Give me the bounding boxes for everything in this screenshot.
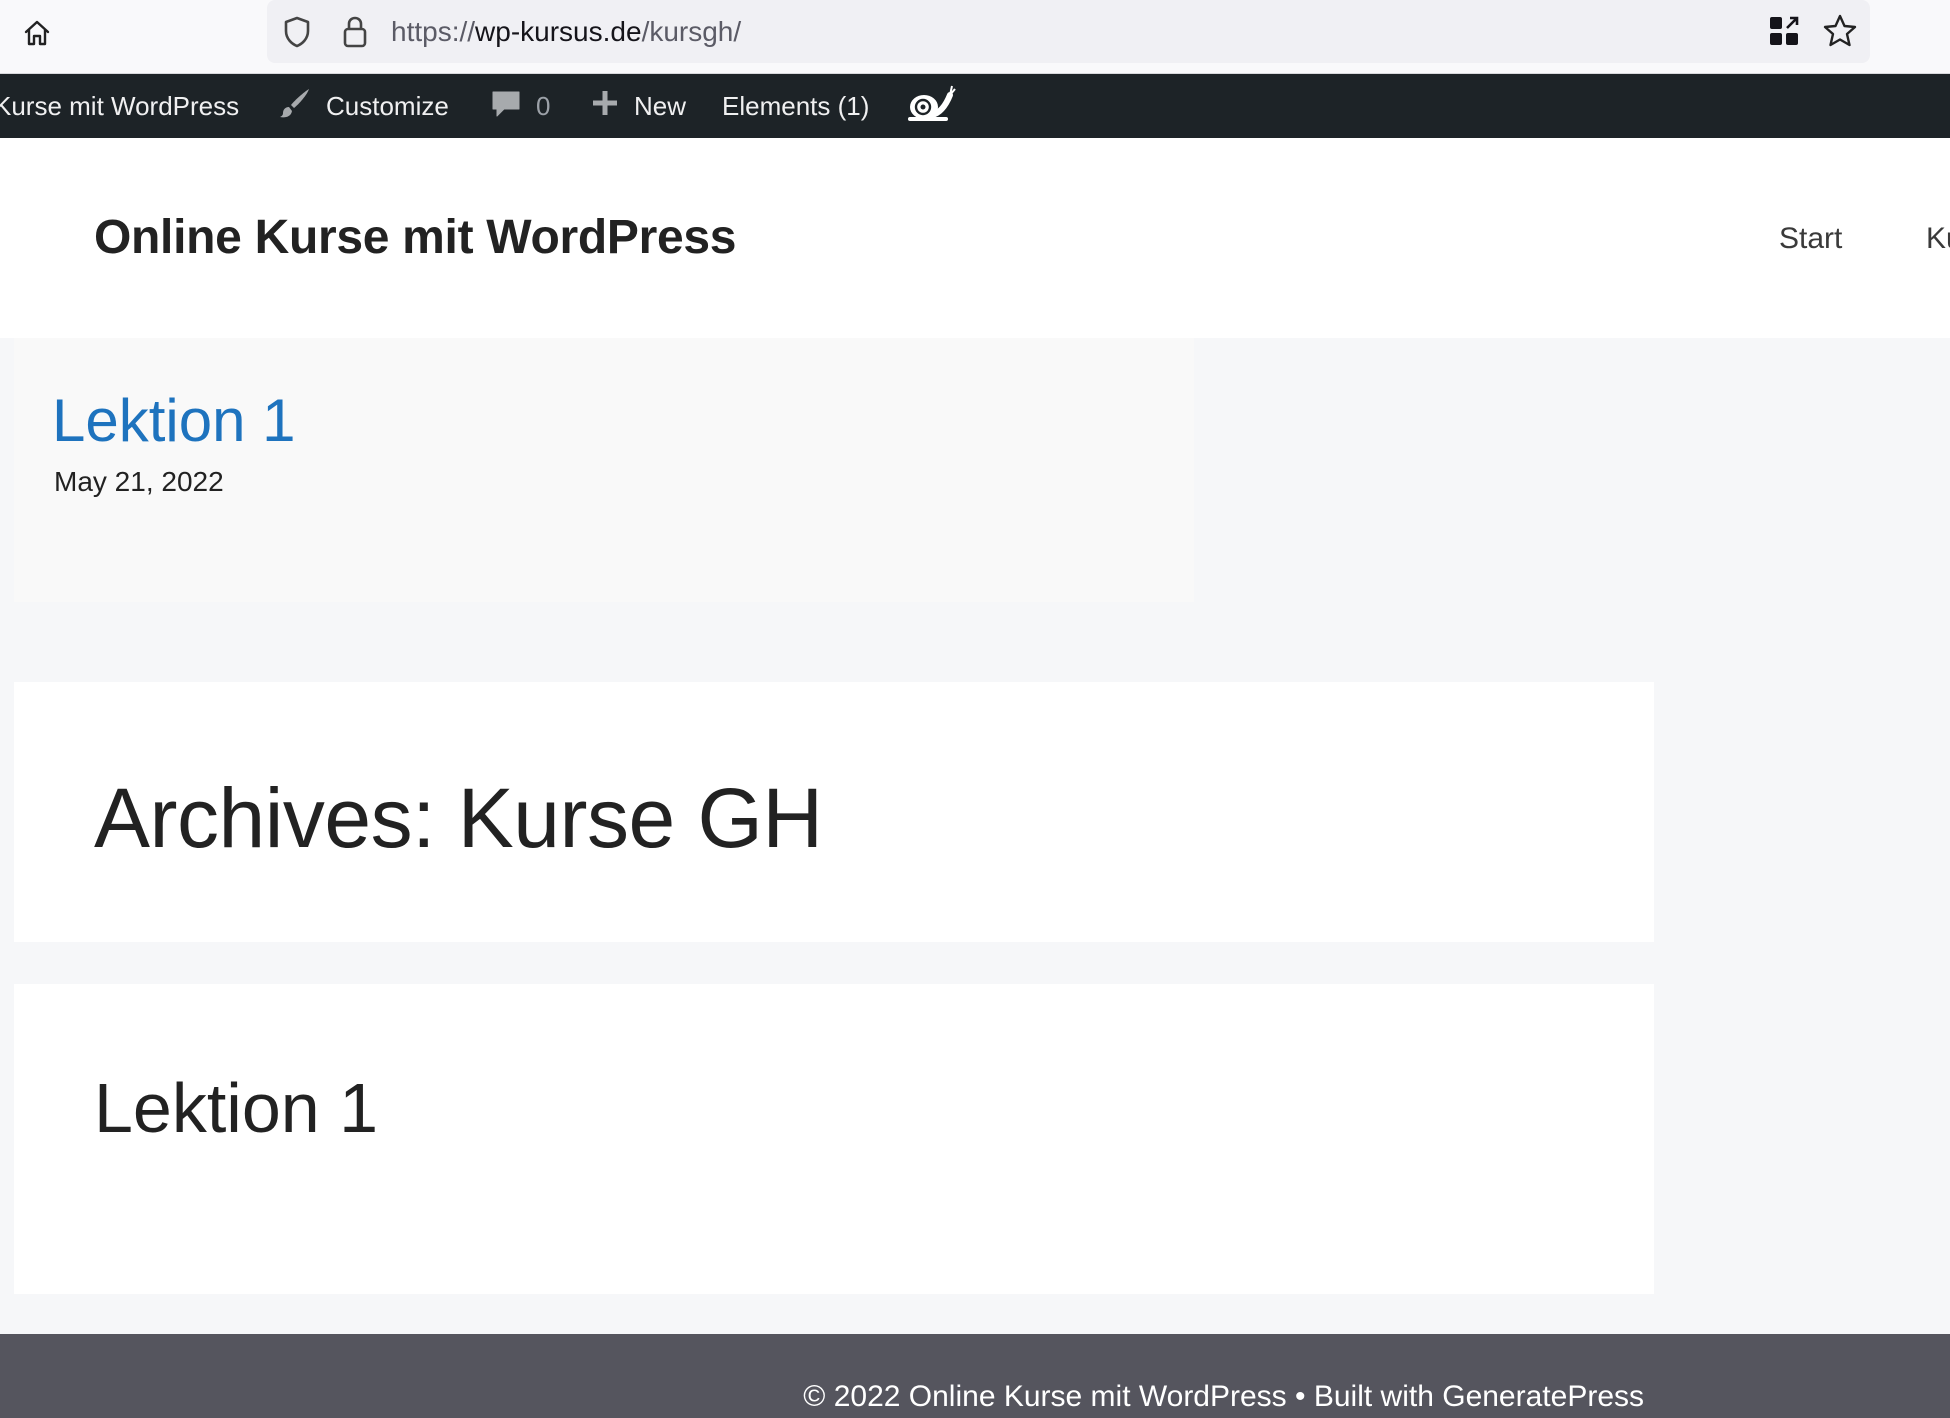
admin-bar-elements[interactable]: Elements (1) [722, 74, 869, 138]
comments-count: 0 [536, 90, 551, 121]
new-label: New [634, 90, 687, 121]
wp-admin-bar: Kurse mit WordPress Customize 0 New Elem… [0, 74, 1950, 138]
address-bar[interactable]: https://wp-kursus.de/kursgh/ [267, 0, 1870, 63]
lock-icon[interactable] [341, 15, 369, 54]
home-icon [21, 17, 53, 54]
site-name-label: Kurse mit WordPress [0, 90, 240, 121]
archive-title: Archives: Kurse GH [94, 771, 823, 865]
post-preview-card: Lektion 1 May 21, 2022 [14, 338, 1194, 602]
preview-post-title-link[interactable]: Lektion 1 [52, 386, 296, 455]
admin-bar-comments[interactable]: 0 [490, 74, 550, 138]
url-text[interactable]: https://wp-kursus.de/kursgh/ [391, 16, 741, 48]
browser-toolbar: https://wp-kursus.de/kursgh/ [0, 0, 1950, 74]
url-path: /kursgh/ [641, 16, 742, 47]
footer-copyright: © 2022 Online Kurse mit WordPress • Buil… [803, 1380, 1644, 1413]
post-entry: Lektion 1 [14, 984, 1654, 1294]
admin-bar-site-name[interactable]: Kurse mit WordPress [0, 74, 239, 138]
preview-post-date: May 21, 2022 [54, 466, 224, 497]
admin-bar-customize[interactable]: Customize [278, 74, 449, 138]
url-host: wp-kursus.de [475, 16, 642, 47]
site-title[interactable]: Online Kurse mit WordPress [94, 210, 736, 265]
customize-label: Customize [326, 90, 449, 121]
nav-item-start[interactable]: Start [1779, 222, 1842, 256]
nav-item-kurse[interactable]: Ku [1926, 222, 1950, 256]
site-header: Online Kurse mit WordPress Start Ku [0, 138, 1950, 338]
elements-label: Elements (1) [722, 90, 870, 121]
qr-code-icon[interactable] [1767, 14, 1801, 53]
site-footer: © 2022 Online Kurse mit WordPress • Buil… [0, 1334, 1950, 1418]
snail-icon [906, 83, 956, 130]
star-icon[interactable] [1822, 13, 1858, 54]
archive-header: Archives: Kurse GH [14, 682, 1654, 942]
comment-icon [490, 87, 522, 126]
plus-icon [590, 88, 620, 125]
admin-bar-snail[interactable] [906, 74, 956, 138]
home-button[interactable] [18, 16, 56, 54]
brush-icon [278, 86, 312, 127]
shield-icon[interactable] [281, 15, 313, 54]
url-scheme: https:// [391, 16, 476, 47]
post-title-link[interactable]: Lektion 1 [94, 1068, 378, 1148]
admin-bar-new[interactable]: New [590, 74, 686, 138]
